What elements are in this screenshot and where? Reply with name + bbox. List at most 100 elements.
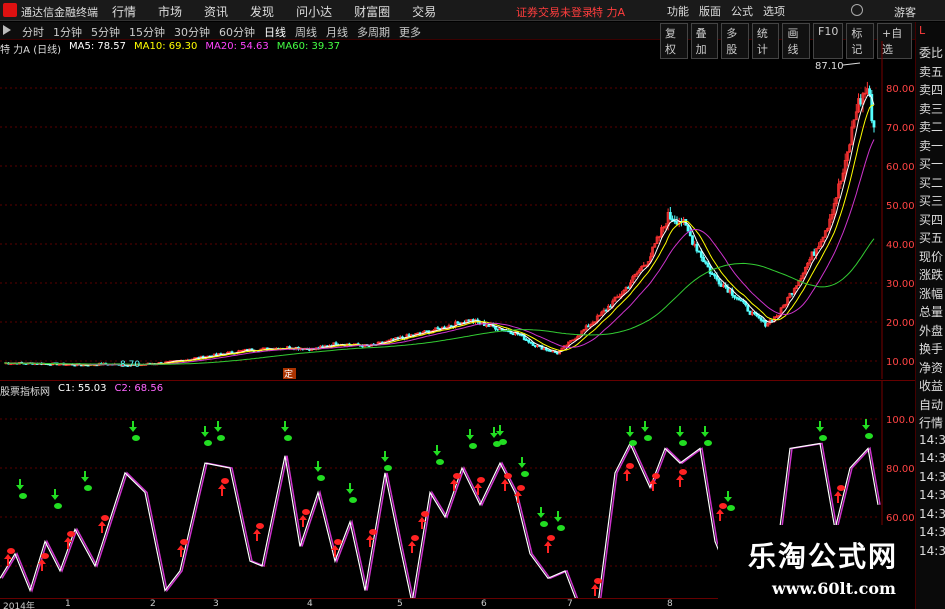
sell-marker bbox=[540, 521, 548, 527]
buy-arrow-icon bbox=[501, 479, 509, 484]
y-axis-label: 10.00 bbox=[886, 357, 915, 368]
play-icon[interactable] bbox=[3, 25, 11, 35]
candle-body bbox=[407, 334, 411, 337]
menu-item-trade[interactable]: 交易 bbox=[412, 3, 436, 20]
tab-1min[interactable]: 1分钟 bbox=[53, 24, 82, 40]
tab-30min[interactable]: 30分钟 bbox=[174, 24, 210, 40]
menu-item-function[interactable]: 功能 bbox=[667, 3, 689, 19]
sell-arrow-icon bbox=[51, 495, 59, 500]
candle-body bbox=[872, 120, 876, 128]
candle-body bbox=[753, 312, 756, 314]
high-price-pointer bbox=[842, 62, 861, 66]
side-panel-label: 涨跌 bbox=[919, 268, 944, 282]
menu-item-market[interactable]: 市场 bbox=[158, 3, 182, 20]
buy-marker bbox=[626, 463, 634, 469]
x-label: 1 bbox=[65, 599, 71, 609]
candle-body bbox=[533, 345, 537, 348]
menu-item-news[interactable]: 资讯 bbox=[204, 3, 228, 20]
menu-item-options[interactable]: 选项 bbox=[763, 3, 785, 19]
buy-arrow-icon bbox=[834, 491, 842, 496]
side-panel-label: 卖四 bbox=[919, 83, 944, 97]
tab-intraday[interactable]: 分时 bbox=[22, 24, 44, 40]
candle-body bbox=[529, 341, 533, 344]
buy-arrow-icon bbox=[253, 529, 261, 534]
menu-item-layout[interactable]: 版面 bbox=[699, 3, 721, 19]
y-axis-label: 20.00 bbox=[886, 318, 915, 329]
sell-marker bbox=[54, 503, 62, 509]
tab-monthly[interactable]: 月线 bbox=[326, 24, 348, 40]
candle-body bbox=[735, 296, 739, 299]
indicator-legend: 股票指标网 C1: 55.03 C2: 68.56 bbox=[0, 383, 171, 398]
buy-marker bbox=[504, 473, 512, 479]
y-axis-label: 70.00 bbox=[886, 123, 915, 134]
guest-label[interactable]: 游客 bbox=[894, 4, 916, 20]
candle-body bbox=[436, 327, 440, 330]
sell-arrow-icon bbox=[346, 489, 354, 494]
price-chart[interactable]: 特 力A (日线) MA5: 78.57 MA10: 69.30 MA20: 5… bbox=[0, 41, 915, 379]
tab-more[interactable]: 更多 bbox=[399, 24, 421, 40]
buy-marker bbox=[547, 535, 555, 541]
tab-daily[interactable]: 日线 bbox=[264, 24, 286, 40]
login-status[interactable]: 证券交易未登录 bbox=[516, 4, 593, 20]
candle-body bbox=[699, 251, 703, 258]
menu-item-discover[interactable]: 发现 bbox=[250, 3, 274, 20]
buy-arrow-icon bbox=[676, 475, 684, 480]
menu-item-quotes[interactable]: 行情 bbox=[112, 3, 136, 20]
buy-marker bbox=[41, 553, 49, 559]
sell-marker bbox=[132, 435, 140, 441]
app-title: 通达信金融终端 bbox=[21, 6, 98, 19]
candle-body bbox=[549, 350, 553, 353]
sell-arrow-icon bbox=[16, 485, 24, 490]
buy-marker bbox=[517, 485, 525, 491]
marker-label: 定 bbox=[284, 368, 293, 379]
x-label: 6 bbox=[481, 599, 487, 609]
sell-arrow-icon bbox=[281, 427, 289, 432]
buy-arrow-icon bbox=[474, 483, 482, 488]
sell-arrow-icon bbox=[816, 427, 824, 432]
x-label: 8 bbox=[667, 599, 673, 609]
candle-body bbox=[713, 274, 717, 277]
buy-marker bbox=[302, 509, 310, 515]
side-panel-label: 收益 bbox=[919, 379, 944, 393]
side-panel-label: 自动 bbox=[919, 397, 944, 412]
user-icon[interactable] bbox=[851, 4, 863, 16]
tab-15min[interactable]: 15分钟 bbox=[129, 24, 165, 40]
menu-item-wealth[interactable]: 财富圈 bbox=[354, 3, 390, 20]
x-label: 7 bbox=[567, 599, 573, 609]
candle-body bbox=[702, 256, 705, 263]
sell-arrow-icon bbox=[676, 432, 684, 437]
buy-arrow-icon bbox=[716, 509, 724, 514]
candle-body bbox=[859, 98, 863, 105]
menu-item-formula[interactable]: 公式 bbox=[731, 3, 753, 19]
tab-60min[interactable]: 60分钟 bbox=[219, 24, 255, 40]
sell-marker bbox=[19, 493, 27, 499]
menu-item-ask[interactable]: 问小达 bbox=[296, 3, 332, 20]
candle-body bbox=[425, 330, 429, 333]
side-panel-label: 换手 bbox=[919, 342, 944, 356]
ma5-line bbox=[3, 94, 875, 366]
side-panel-label: 卖五 bbox=[919, 64, 944, 79]
buy-arrow-icon bbox=[4, 554, 12, 559]
candle-body bbox=[697, 250, 701, 253]
y-axis-label: 30.00 bbox=[886, 279, 915, 290]
buy-arrow-icon bbox=[98, 521, 106, 526]
buy-arrow-icon bbox=[623, 469, 631, 474]
sell-arrow-icon bbox=[466, 435, 474, 440]
quote-side-panel: L 委比 卖五 卖四 卖三 卖二 卖一 买一 买二 买三 买四 买五 现价 涨跌 涨幅 总量 外盘 换手 净资 收益… bbox=[915, 22, 945, 609]
candle-body bbox=[733, 294, 736, 298]
sell-marker bbox=[704, 440, 712, 446]
tab-weekly[interactable]: 周线 bbox=[295, 24, 317, 40]
candle-body bbox=[868, 88, 871, 95]
candle-body bbox=[496, 328, 500, 331]
side-panel-label: 14:3 bbox=[919, 506, 945, 521]
tab-multi-period[interactable]: 多周期 bbox=[357, 24, 390, 40]
y-axis-label: 80.00 bbox=[886, 464, 915, 475]
sell-marker bbox=[469, 443, 477, 449]
tab-5min[interactable]: 5分钟 bbox=[91, 24, 120, 40]
candle-body bbox=[334, 342, 338, 346]
sell-marker bbox=[317, 475, 325, 481]
period-tabs: 分时 1分钟 5分钟 15分钟 30分钟 60分钟 日线 周线 月线 多周期 更… bbox=[22, 24, 430, 40]
sell-arrow-icon bbox=[537, 513, 545, 518]
candle-body bbox=[587, 325, 590, 328]
y-axis-label: 80.00 bbox=[886, 84, 915, 95]
